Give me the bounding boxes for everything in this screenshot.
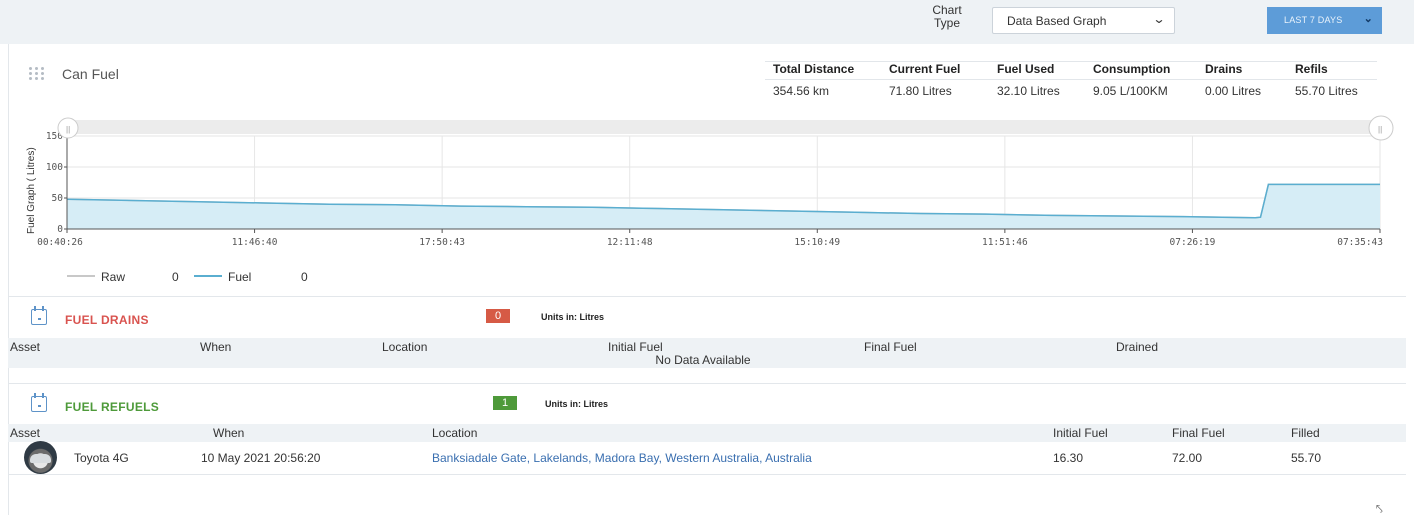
section-divider [8, 296, 1406, 297]
section-divider [8, 383, 1406, 384]
chart-type-select[interactable]: Data Based Graph ⌄ [992, 7, 1175, 34]
column-filled: Filled [1291, 426, 1320, 440]
panel-title: Can Fuel [62, 66, 119, 82]
legend-value-raw: 0 [172, 270, 179, 284]
y-tick-label: 100 [46, 162, 63, 173]
chart-type-value: Data Based Graph [1007, 14, 1107, 28]
row-asset: Toyota 4G [74, 451, 129, 465]
legend-item-fuel[interactable]: Fuel [194, 270, 251, 284]
fuel-series-area [67, 184, 1380, 229]
x-tick-label: 12:11:48 [607, 237, 653, 248]
row-when: 10 May 2021 20:56:20 [201, 451, 321, 465]
stat-label-total-distance: Total Distance [773, 62, 855, 76]
column-final-fuel: Final Fuel [1172, 426, 1225, 440]
stat-label-current-fuel: Current Fuel [889, 62, 961, 76]
x-tick-label: 07:26:19 [1170, 237, 1216, 248]
stats-divider [765, 61, 1377, 62]
drag-handle-icon[interactable] [29, 67, 45, 80]
stat-value-consumption: 9.05 L/100KM [1093, 84, 1168, 98]
chevron-down-icon: ⌄ [1152, 12, 1166, 26]
legend-swatch-raw [67, 274, 95, 277]
range-navigator-track[interactable] [67, 120, 1380, 134]
refuels-title: FUEL REFUELS [65, 400, 160, 414]
date-range-label: LAST 7 DAYS [1284, 15, 1343, 25]
row-initial-fuel: 16.30 [1053, 451, 1084, 465]
date-range-button[interactable]: LAST 7 DAYS ⌄ [1267, 7, 1382, 34]
stat-label-fuel-used: Fuel Used [997, 62, 1055, 76]
x-tick-label: 07:35:43 [1337, 237, 1383, 248]
legend-item-raw[interactable]: Raw [67, 270, 125, 284]
drains-empty-row: No Data Available [8, 354, 1406, 368]
fuel-chart: 05010015000:40:26 11:46:40 17:50:43 12:11:4… [26, 115, 1394, 248]
column-asset: Asset [10, 340, 41, 354]
refuels-count-badge: 1 [493, 396, 517, 410]
drains-units: Units in: Litres [541, 312, 605, 322]
x-tick-label: 00:40:26 [37, 237, 83, 248]
vehicle-avatar [24, 441, 57, 474]
column-initial-fuel: Initial Fuel [608, 340, 663, 354]
column-location: Location [432, 426, 478, 440]
y-tick-label: 50 [52, 193, 64, 204]
stats-divider [765, 79, 1377, 80]
column-final-fuel: Final Fuel [864, 340, 917, 354]
drains-title: FUEL DRAINS [65, 313, 149, 327]
y-tick-label: 0 [57, 224, 63, 235]
drains-count-badge: 0 [486, 309, 510, 323]
stat-value-fuel-used: 32.10 Litres [997, 84, 1060, 98]
x-tick-label: 17:50:43 [419, 237, 465, 248]
chevron-down-icon: ⌄ [1363, 13, 1373, 25]
calendar-icon [31, 393, 47, 412]
column-location: Location [382, 340, 428, 354]
top-toolbar: Chart Type Data Based Graph ⌄ LAST 7 DAY… [0, 0, 1414, 44]
x-tick-label: 11:51:46 [982, 237, 1028, 248]
y-axis-label: Fuel Graph ( Litres) [26, 147, 37, 234]
column-asset: Asset [10, 426, 41, 440]
stat-label-consumption: Consumption [1093, 62, 1171, 76]
column-when: When [200, 340, 232, 354]
stat-label-refils: Refils [1295, 62, 1328, 76]
stat-value-current-fuel: 71.80 Litres [889, 84, 952, 98]
row-final-fuel: 72.00 [1172, 451, 1203, 465]
legend-label-fuel: Fuel [228, 270, 252, 284]
grip-icon: || [66, 125, 70, 134]
column-drained: Drained [1116, 340, 1159, 354]
column-initial-fuel: Initial Fuel [1053, 426, 1108, 440]
grip-icon: || [1378, 125, 1382, 134]
legend-label-raw: Raw [101, 270, 126, 284]
refuels-units: Units in: Litres [545, 399, 609, 409]
stat-label-drains: Drains [1205, 62, 1243, 76]
stat-value-refils: 55.70 Litres [1295, 84, 1358, 98]
section-divider [8, 474, 1406, 475]
x-tick-label: 15:10:49 [794, 237, 840, 248]
x-tick-label: 11:46:40 [232, 237, 278, 248]
legend-swatch-fuel [194, 274, 222, 277]
table-row[interactable]: Toyota 4G 10 May 2021 20:56:20 Banksiada… [8, 441, 1361, 474]
legend-value-fuel: 0 [301, 270, 308, 284]
chart-type-label: Chart Type [932, 3, 962, 30]
refuels-table-header: Asset When Location Initial Fuel Final F… [8, 424, 1406, 442]
stat-value-drains: 0.00 Litres [1205, 84, 1262, 98]
stat-value-total-distance: 354.56 km [773, 84, 830, 98]
column-when: When [213, 426, 245, 440]
calendar-icon [31, 306, 47, 325]
no-data-message: No Data Available [655, 353, 751, 367]
row-filled: 55.70 [1291, 451, 1322, 465]
row-location-link[interactable]: Banksiadale Gate, Lakelands, Madora Bay,… [432, 451, 812, 465]
